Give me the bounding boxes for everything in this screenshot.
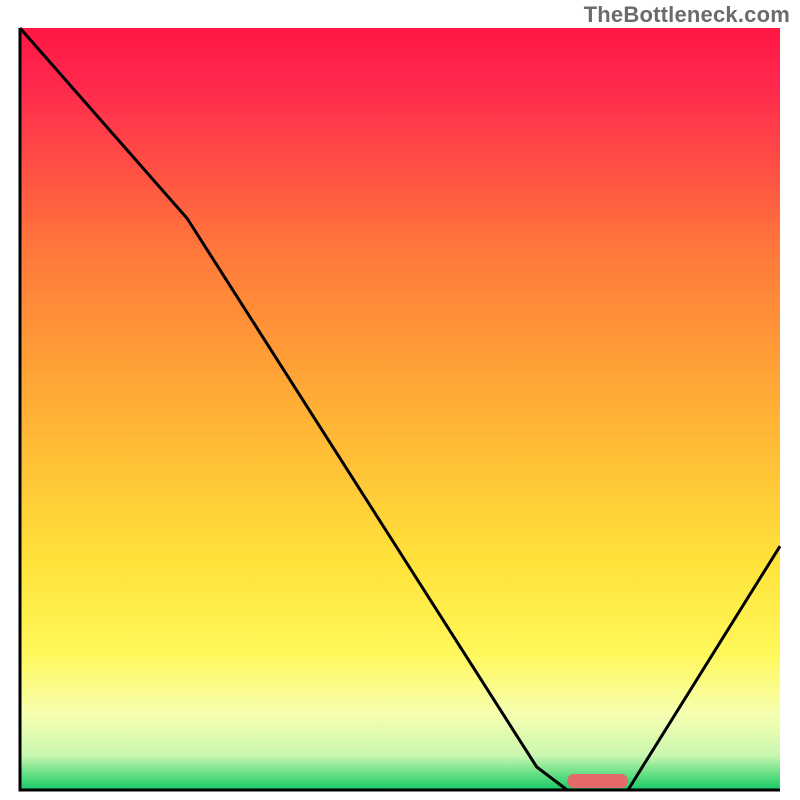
gradient-background: [20, 28, 780, 790]
optimal-range-marker: [567, 774, 628, 788]
watermark-label: TheBottleneck.com: [584, 2, 790, 28]
bottleneck-chart: [0, 0, 800, 800]
chart-container: TheBottleneck.com: [0, 0, 800, 800]
